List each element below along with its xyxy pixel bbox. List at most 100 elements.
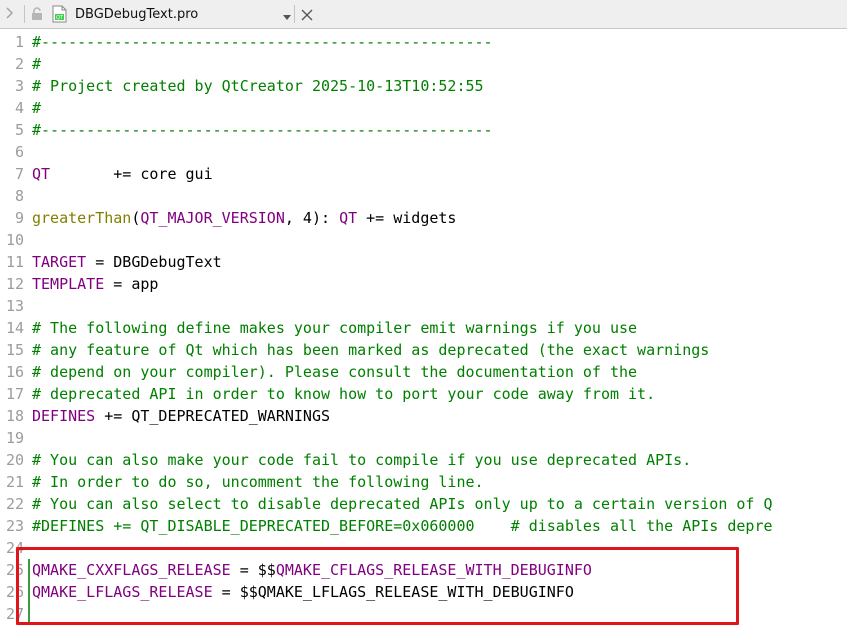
toolbar-divider (24, 5, 25, 23)
line-number: 1 (14, 33, 24, 51)
code-text: QT += core gui (32, 163, 213, 185)
code-line[interactable]: 9 greaterThan(QT_MAJOR_VERSION, 4): QT +=… (0, 207, 847, 229)
code-token-comment: # You can also make your code fail to co… (32, 451, 692, 469)
line-number: 22 (5, 495, 24, 513)
document-title: DBGDebugText.pro (75, 7, 199, 22)
code-token-var: DEFINES (32, 407, 96, 425)
close-icon[interactable] (300, 7, 314, 21)
code-line[interactable]: 3 # Project created by QtCreator 2025-10-… (0, 75, 847, 97)
line-number: 3 (14, 77, 24, 95)
code-token-func: greaterThan (32, 209, 132, 227)
line-number: 11 (5, 253, 24, 271)
code-token-text: += widgets (357, 209, 457, 227)
line-number: 13 (5, 297, 24, 315)
code-token-comment: # You can also select to disable depreca… (32, 495, 773, 513)
code-line[interactable]: 8 (0, 185, 847, 207)
code-text: # You can also select to disable depreca… (32, 493, 773, 515)
code-line[interactable]: 16 # depend on your compiler). Please con… (0, 361, 847, 383)
code-text: # (32, 53, 41, 75)
line-number: 8 (14, 187, 24, 205)
code-token-comment: # The following define makes your compil… (32, 319, 638, 337)
code-text: # Project created by QtCreator 2025-10-1… (32, 75, 484, 97)
chevron-right-icon[interactable] (5, 6, 19, 22)
line-number: 18 (5, 407, 24, 425)
code-line[interactable]: 14 # The following define makes your comp… (0, 317, 847, 339)
code-token-comment: # In order to do so, uncomment the follo… (32, 473, 484, 491)
line-number: 21 (5, 473, 24, 491)
svg-text:QT: QT (56, 15, 64, 21)
code-line[interactable]: 20 # You can also make your code fail to … (0, 449, 847, 471)
code-token-comment: # deprecated API in order to know how to… (32, 385, 656, 403)
code-text: #DEFINES += QT_DISABLE_DEPRECATED_BEFORE… (32, 515, 773, 537)
line-number: 6 (14, 143, 24, 161)
line-number: 12 (5, 275, 24, 293)
code-line[interactable]: 18 DEFINES += QT_DEPRECATED_WARNINGS (0, 405, 847, 427)
code-token-var: TARGET (32, 253, 87, 271)
code-line[interactable]: 13 (0, 295, 847, 317)
line-number: 14 (5, 319, 24, 337)
code-token-comment: # (32, 99, 42, 117)
code-line[interactable]: 15 # any feature of Qt which has been mar… (0, 339, 847, 361)
line-number: 16 (5, 363, 24, 381)
line-number: 23 (5, 517, 24, 535)
code-text: TARGET = DBGDebugText (32, 251, 222, 273)
code-line[interactable]: 10 (0, 229, 847, 251)
line-number: 17 (5, 385, 24, 403)
line-number: 2 (14, 55, 24, 73)
code-token-var: QT (339, 209, 358, 227)
code-line[interactable]: 12 TEMPLATE = app (0, 273, 847, 295)
code-token-text: += QT_DEPRECATED_WARNINGS (95, 407, 331, 425)
code-line[interactable]: 19 (0, 427, 847, 449)
code-text: # any feature of Qt which has been marke… (32, 339, 709, 361)
code-text: # deprecated API in order to know how to… (32, 383, 655, 405)
code-line[interactable]: 11 TARGET = DBGDebugText (0, 251, 847, 273)
code-token-var: QT (32, 165, 51, 183)
line-number: 20 (5, 451, 24, 469)
editor-toolbar: QT DBGDebugText.pro (0, 0, 847, 29)
code-token-comment: #DEFINES += QT_DISABLE_DEPRECATED_BEFORE… (32, 517, 773, 535)
code-token-comment: # Project created by QtCreator 2025-10-1… (32, 77, 484, 95)
code-token-text: += core gui (50, 165, 213, 183)
line-number: 4 (14, 99, 24, 117)
code-text: # You can also make your code fail to co… (32, 449, 691, 471)
code-token-comment: #---------------------------------------… (32, 121, 493, 139)
line-number: 15 (5, 341, 24, 359)
line-number: 9 (14, 209, 24, 227)
code-token-comment: # (32, 55, 42, 73)
code-token-text: , 4): (284, 209, 340, 227)
code-token-var: QT_MAJOR_VERSION (140, 209, 285, 227)
code-token-comment: # depend on your compiler). Please consu… (32, 363, 638, 381)
code-token-text: = DBGDebugText (86, 253, 222, 271)
code-text: #---------------------------------------… (32, 119, 493, 141)
code-line[interactable]: 2 # (0, 53, 847, 75)
code-line[interactable]: 22 # You can also select to disable depre… (0, 493, 847, 515)
code-line[interactable]: 7 QT += core gui (0, 163, 847, 185)
code-text: # depend on your compiler). Please consu… (32, 361, 637, 383)
code-editor[interactable]: 1 #--------------------------------------… (0, 29, 847, 630)
code-line[interactable]: 23 #DEFINES += QT_DISABLE_DEPRECATED_BEFO… (0, 515, 847, 537)
code-text: greaterThan(QT_MAJOR_VERSION, 4): QT += … (32, 207, 456, 229)
line-number: 5 (14, 121, 24, 139)
code-line[interactable]: 17 # deprecated API in order to know how … (0, 383, 847, 405)
code-text: # In order to do so, uncomment the follo… (32, 471, 484, 493)
code-text: TEMPLATE = app (32, 273, 158, 295)
code-token-var: TEMPLATE (32, 275, 105, 293)
toolbar-divider (294, 5, 295, 23)
line-number: 7 (14, 165, 24, 183)
code-token-comment: #---------------------------------------… (32, 33, 493, 51)
code-line[interactable]: 1 #--------------------------------------… (0, 31, 847, 53)
lock-icon[interactable] (30, 6, 44, 22)
code-line[interactable]: 6 (0, 141, 847, 163)
line-number: 19 (5, 429, 24, 447)
code-token-comment: # any feature of Qt which has been marke… (32, 341, 710, 359)
caret-down-icon[interactable] (282, 8, 292, 20)
code-text: # The following define makes your compil… (32, 317, 637, 339)
code-line[interactable]: 5 #--------------------------------------… (0, 119, 847, 141)
code-line[interactable]: 21 # In order to do so, uncomment the fol… (0, 471, 847, 493)
code-text: #---------------------------------------… (32, 31, 493, 53)
code-token-text: = app (104, 275, 159, 293)
line-number: 10 (5, 231, 24, 249)
qt-project-file-icon: QT (52, 5, 68, 23)
code-line[interactable]: 4 # (0, 97, 847, 119)
code-text: # (32, 97, 41, 119)
